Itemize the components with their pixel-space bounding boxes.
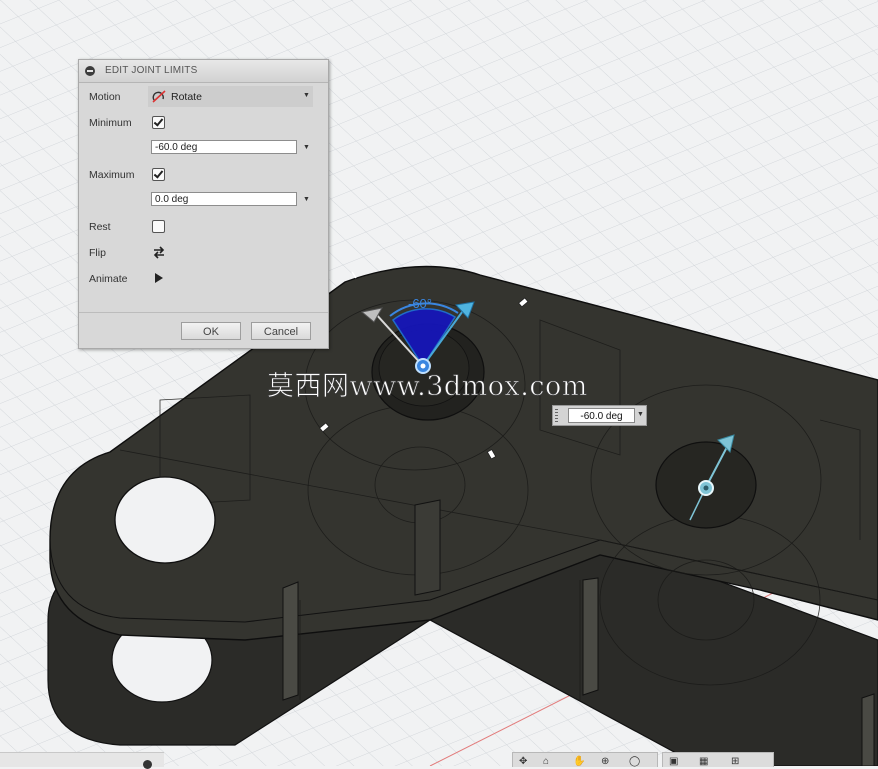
navigation-toolbar: ✥ ⌂ ✋ ⊕ ◯ — [512, 752, 658, 767]
dialog-title: EDIT JOINT LIMITS — [105, 65, 198, 76]
chevron-down-icon[interactable]: ▼ — [303, 92, 310, 99]
angle-input-box[interactable]: -60.0 deg ▼ — [552, 405, 647, 426]
rotate-motion-icon — [152, 90, 166, 103]
motion-label: Motion — [89, 91, 121, 103]
collapse-icon[interactable] — [85, 66, 95, 76]
dialog-footer: OK Cancel — [79, 312, 328, 349]
rest-checkbox[interactable] — [152, 220, 165, 233]
play-icon[interactable] — [155, 273, 163, 283]
watermark-text: 莫西网www.3dmox.com — [267, 371, 588, 403]
maximum-value-input[interactable]: 0.0 deg — [151, 192, 297, 206]
drag-grip-icon[interactable] — [555, 409, 558, 422]
minimum-label: Minimum — [89, 117, 132, 129]
angle-value-input[interactable]: -60.0 deg — [568, 408, 635, 423]
orbit-icon[interactable]: ✥ — [519, 756, 527, 767]
rest-label: Rest — [89, 221, 111, 233]
chevron-down-icon[interactable]: ▼ — [637, 411, 644, 418]
grid-icon[interactable]: ▦ — [699, 756, 708, 767]
chevron-down-icon[interactable]: ▼ — [303, 144, 310, 151]
chevron-down-icon[interactable]: ▼ — [303, 196, 310, 203]
browser-bar[interactable] — [0, 752, 164, 769]
look-at-icon[interactable]: ⌂ — [543, 756, 549, 767]
viewports-icon[interactable]: ⊞ — [731, 756, 739, 767]
motion-dropdown[interactable]: Rotate ▼ — [148, 86, 313, 107]
maximum-label: Maximum — [89, 169, 135, 181]
flip-label: Flip — [89, 247, 106, 259]
fit-icon[interactable]: ◯ — [629, 756, 640, 767]
ok-button[interactable]: OK — [181, 322, 241, 340]
display-toolbar: ▣ ▦ ⊞ — [662, 752, 774, 767]
cancel-button[interactable]: Cancel — [251, 322, 311, 340]
angle-label: -60° — [408, 296, 432, 311]
minimum-checkbox[interactable] — [152, 116, 165, 129]
display-settings-icon[interactable]: ▣ — [669, 756, 678, 767]
pan-icon[interactable]: ✋ — [573, 756, 585, 767]
settings-dot-icon[interactable] — [143, 760, 152, 769]
edit-joint-limits-dialog: EDIT JOINT LIMITS Motion Rotate ▼ Minimu… — [78, 59, 329, 349]
minimum-value-input[interactable]: -60.0 deg — [151, 140, 297, 154]
dialog-header[interactable]: EDIT JOINT LIMITS — [79, 60, 328, 83]
animate-label: Animate — [89, 273, 128, 285]
maximum-checkbox[interactable] — [152, 168, 165, 181]
motion-value: Rotate — [171, 91, 202, 103]
flip-icon[interactable] — [152, 246, 166, 259]
zoom-icon[interactable]: ⊕ — [601, 756, 609, 767]
